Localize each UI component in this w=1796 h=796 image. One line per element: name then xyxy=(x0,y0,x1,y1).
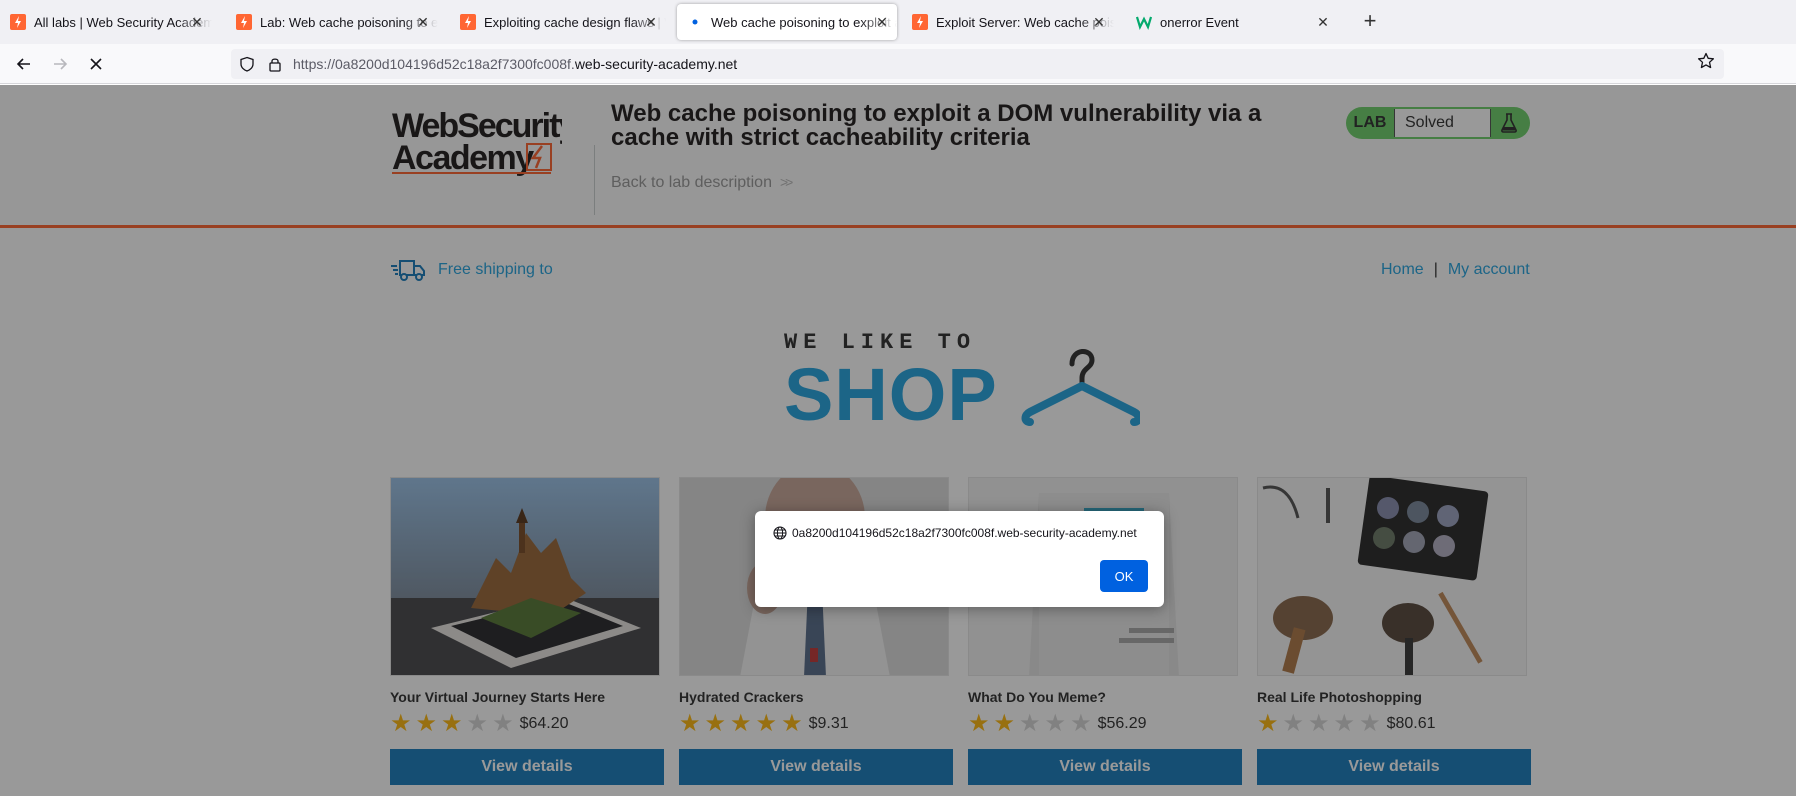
tab-cache-design-flaws[interactable]: Exploiting cache design flaws | Web Secu… xyxy=(450,4,666,40)
tab-lab-page[interactable]: Web cache poisoning to exploit a DOM vul… xyxy=(677,4,897,40)
ok-button[interactable]: OK xyxy=(1100,560,1148,592)
close-icon xyxy=(90,58,102,70)
alert-dialog: 0a8200d104196d52c18a2f7300fc008f.web-sec… xyxy=(755,511,1164,607)
loading-dot-icon xyxy=(692,19,698,25)
url-host: web-security-academy.net xyxy=(574,56,738,72)
globe-icon xyxy=(773,526,787,540)
arrow-left-icon xyxy=(16,58,30,70)
tab-lab-description[interactable]: Lab: Web cache poisoning to exploit a DO… xyxy=(226,4,438,40)
close-tab-icon[interactable]: ✕ xyxy=(188,13,206,31)
url-prefix: https://0a8200d104196d52c18a2f7300fc008f… xyxy=(293,56,575,72)
close-tab-icon[interactable]: ✕ xyxy=(1314,13,1332,31)
close-tab-icon[interactable]: ✕ xyxy=(873,13,891,31)
new-tab-button[interactable]: + xyxy=(1358,10,1382,34)
back-button[interactable] xyxy=(12,52,36,76)
tab-title: Exploiting cache design flaws | Web Secu… xyxy=(484,14,666,30)
portswigger-favicon-icon xyxy=(10,14,26,30)
modal-backdrop xyxy=(0,85,1796,796)
browser-nav-bar: https://0a8200d104196d52c18a2f7300fc008f… xyxy=(0,44,1796,84)
tab-title: Lab: Web cache poisoning to exploit a DO… xyxy=(260,14,438,30)
tab-onerror-event[interactable]: onerror Event ✕ xyxy=(1126,4,1338,40)
bookmark-star-icon[interactable] xyxy=(1697,52,1715,70)
tab-title: Exploit Server: Web cache poisoning xyxy=(936,14,1114,30)
tab-title: Web cache poisoning to exploit a DOM vul… xyxy=(711,14,897,30)
stop-loading-button[interactable] xyxy=(84,52,108,76)
address-bar[interactable]: https://0a8200d104196d52c18a2f7300fc008f… xyxy=(231,49,1724,79)
tab-exploit-server[interactable]: Exploit Server: Web cache poisoning ✕ xyxy=(902,4,1114,40)
dialog-origin: 0a8200d104196d52c18a2f7300fc008f.web-sec… xyxy=(792,526,1137,540)
lock-icon[interactable] xyxy=(268,56,282,72)
close-tab-icon[interactable]: ✕ xyxy=(1090,13,1108,31)
url-text: https://0a8200d104196d52c18a2f7300fc008f… xyxy=(293,56,737,72)
portswigger-favicon-icon xyxy=(460,14,476,30)
tab-title: onerror Event xyxy=(1160,14,1239,30)
portswigger-favicon-icon xyxy=(236,14,252,30)
close-tab-icon[interactable]: ✕ xyxy=(642,13,660,31)
shield-icon[interactable] xyxy=(239,56,255,72)
close-tab-icon[interactable]: ✕ xyxy=(414,13,432,31)
forward-button[interactable] xyxy=(48,52,72,76)
arrow-right-icon xyxy=(54,58,68,70)
tab-all-labs[interactable]: All labs | Web Security Academy ✕ xyxy=(0,4,212,40)
portswigger-favicon-icon xyxy=(912,14,928,30)
browser-tab-bar: All labs | Web Security Academy ✕ Lab: W… xyxy=(0,0,1796,44)
w3schools-favicon-icon xyxy=(1136,16,1152,30)
tab-title: All labs | Web Security Academy xyxy=(34,14,212,30)
